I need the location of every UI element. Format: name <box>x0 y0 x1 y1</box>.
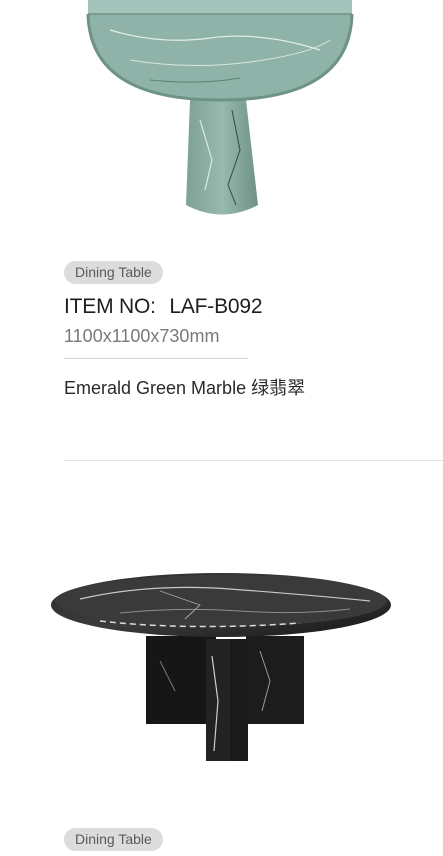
item-number: ITEM NO: LAF-B092 <box>64 295 263 319</box>
category-tag: Dining Table <box>64 261 163 284</box>
black-marble-table-icon <box>51 573 391 761</box>
product-card[interactable]: Dining Table ITEM NO: LAF-B092 1100x1100… <box>0 0 443 460</box>
item-number-label: ITEM NO: <box>64 295 156 318</box>
product-image[interactable] <box>0 0 443 232</box>
category-tag: Dining Table <box>64 828 163 851</box>
dimensions: 1100x1100x730mm <box>64 326 220 346</box>
product-card[interactable]: Dining Table <box>0 461 443 856</box>
divider-short <box>64 358 248 359</box>
emerald-marble-table-icon <box>86 0 354 215</box>
product-image[interactable] <box>0 561 443 771</box>
item-number-value: LAF-B092 <box>169 295 263 318</box>
material: Emerald Green Marble 绿翡翠 <box>64 378 306 398</box>
